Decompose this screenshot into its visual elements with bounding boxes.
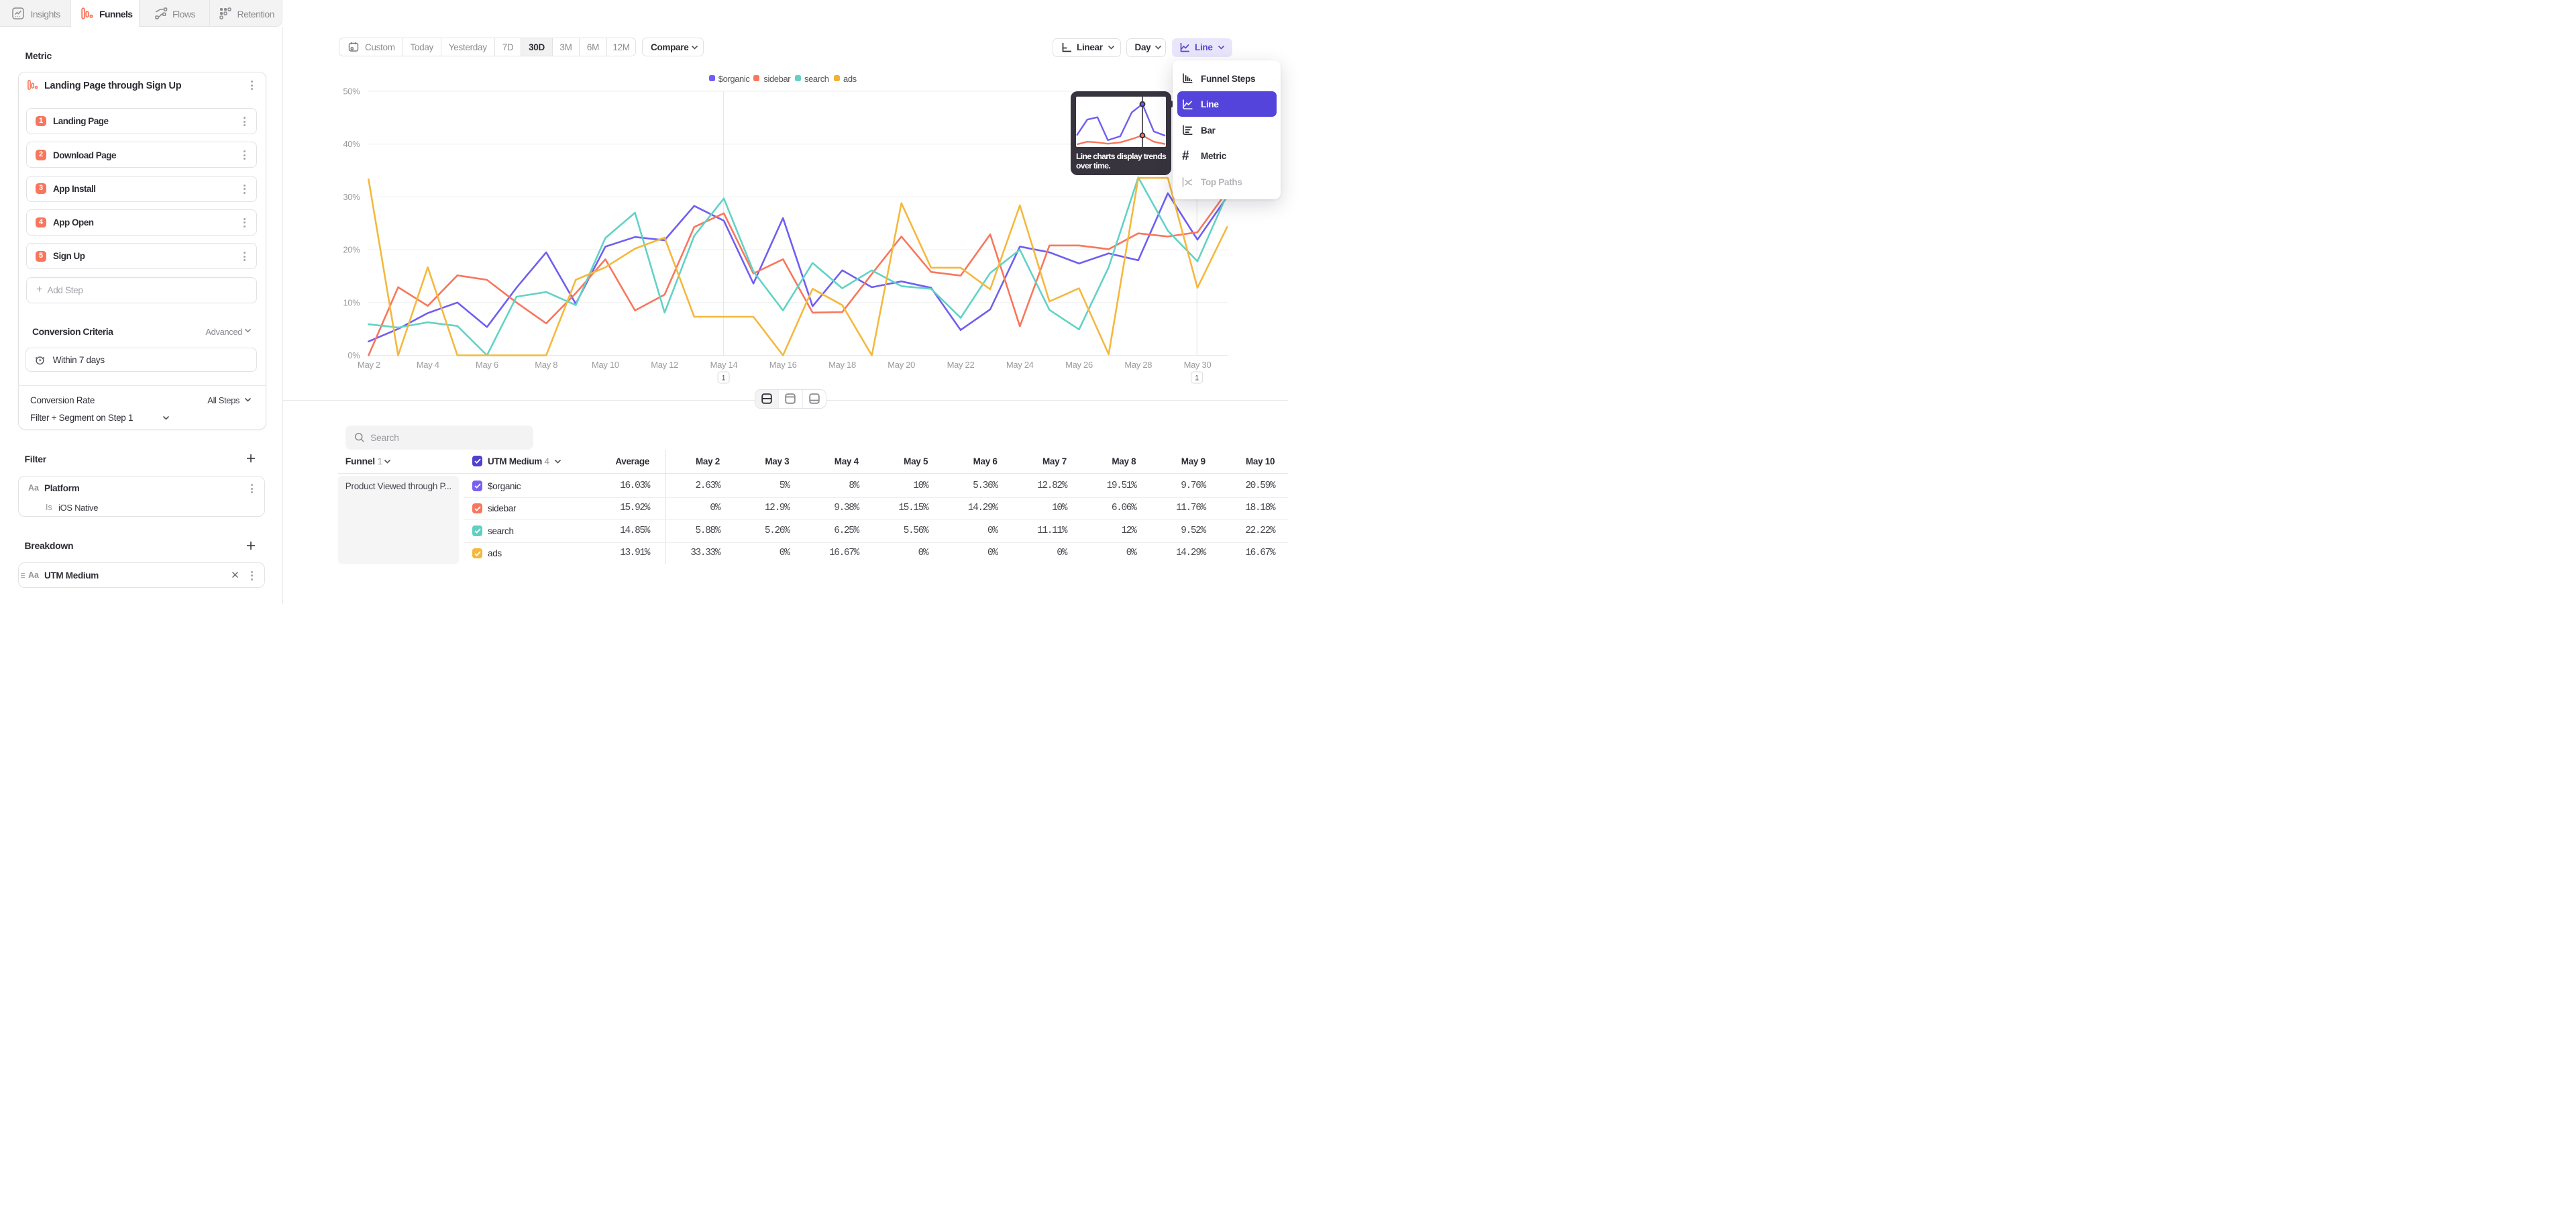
svg-text:0%: 0% <box>347 350 360 360</box>
svg-text:May 8: May 8 <box>535 360 557 370</box>
svg-text:1: 1 <box>1195 374 1199 383</box>
svg-text:20%: 20% <box>343 245 360 255</box>
svg-text:30%: 30% <box>343 192 360 202</box>
svg-text:May 14: May 14 <box>710 360 738 370</box>
svg-text:May 6: May 6 <box>476 360 498 370</box>
svg-text:May 16: May 16 <box>769 360 797 370</box>
svg-text:May 2: May 2 <box>358 360 380 370</box>
svg-text:May 20: May 20 <box>888 360 915 370</box>
svg-text:40%: 40% <box>343 139 360 149</box>
svg-text:May 28: May 28 <box>1124 360 1152 370</box>
svg-text:May 4: May 4 <box>417 360 439 370</box>
svg-text:May 18: May 18 <box>828 360 856 370</box>
svg-text:May 12: May 12 <box>651 360 678 370</box>
svg-text:50%: 50% <box>343 87 360 97</box>
svg-text:May 26: May 26 <box>1065 360 1093 370</box>
svg-text:May 24: May 24 <box>1006 360 1034 370</box>
svg-text:May 10: May 10 <box>592 360 619 370</box>
svg-text:May 22: May 22 <box>947 360 975 370</box>
svg-text:1: 1 <box>722 374 726 383</box>
svg-text:May 30: May 30 <box>1184 360 1212 370</box>
svg-text:10%: 10% <box>343 297 360 307</box>
